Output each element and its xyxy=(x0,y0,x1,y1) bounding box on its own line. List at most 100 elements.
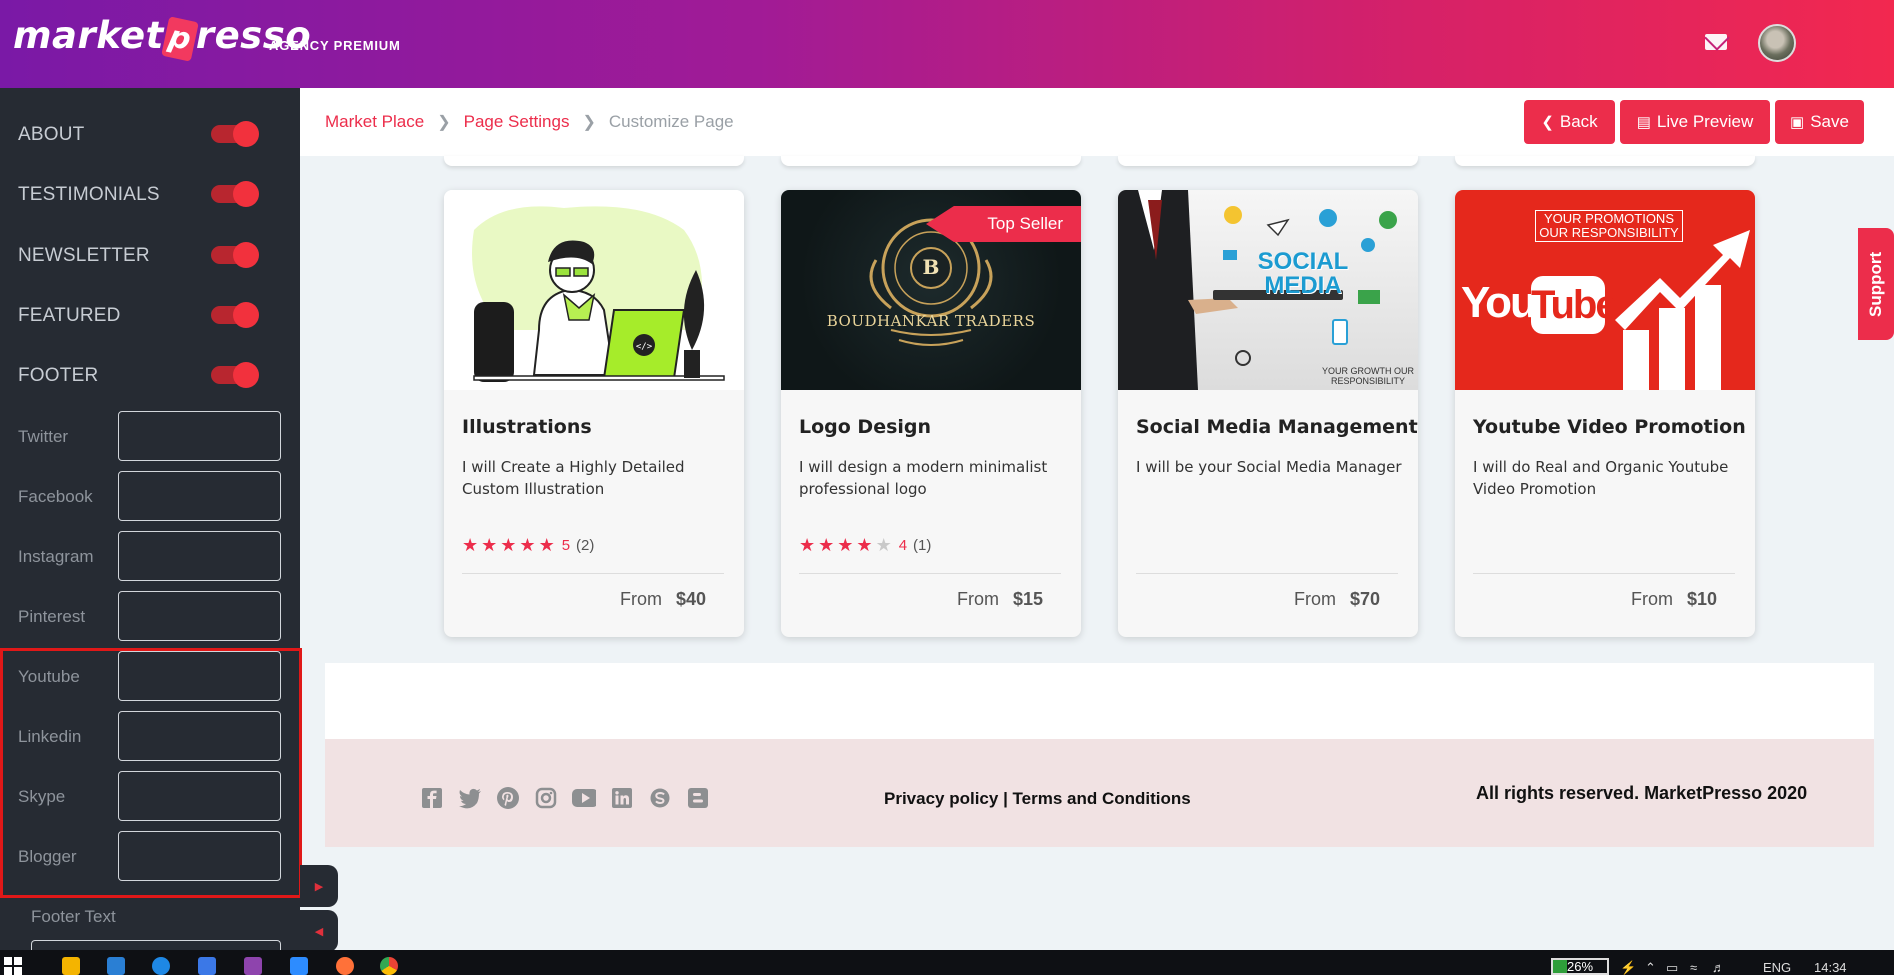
marketpresso-logo[interactable]: market p resso xyxy=(13,14,311,62)
youtube-icon[interactable] xyxy=(572,786,596,810)
highlight-annotation-box xyxy=(0,648,302,898)
toggle-knob xyxy=(233,302,259,328)
user-avatar[interactable] xyxy=(1758,24,1796,62)
language-indicator[interactable]: ENG xyxy=(1763,960,1791,975)
windows-start-icon[interactable] xyxy=(4,957,22,975)
pinterest-input[interactable] xyxy=(118,591,281,641)
field-label: Pinterest xyxy=(18,607,86,626)
toggle-label: ABOUT xyxy=(18,124,85,145)
card-stub xyxy=(781,156,1081,166)
wifi-icon[interactable]: ≈ xyxy=(1690,960,1697,975)
card-description: I will do Real and Organic Youtube Video… xyxy=(1473,458,1729,498)
star-icon: ★ xyxy=(837,535,854,555)
star-rating: ★ ★ ★ ★ ★ 5 (2) xyxy=(462,535,594,556)
chevron-up-icon[interactable]: ⌃ xyxy=(1645,960,1656,975)
app-icon[interactable] xyxy=(198,957,216,975)
toggle-label: FOOTER xyxy=(18,365,99,386)
logo-brand-text: BOUDHANKAR TRADERS xyxy=(826,312,1036,330)
clock[interactable]: 14:34 xyxy=(1814,960,1847,975)
toggle-label: FEATURED xyxy=(18,305,121,326)
service-card-social-media[interactable]: SOCIAL MEDIA YOUR GROWTH OUR RESPONSIBIL… xyxy=(1118,190,1418,637)
collapse-arrow-icon[interactable]: ◀ xyxy=(300,910,338,952)
back-button[interactable]: ❮ Back xyxy=(1524,100,1615,144)
card-image: B BOUDHANKAR TRADERS Top Seller xyxy=(781,190,1081,390)
breadcrumb-current: Customize Page xyxy=(608,112,734,131)
footer-toggle-switch[interactable] xyxy=(211,362,259,388)
network-icon[interactable]: ▭ xyxy=(1666,960,1678,975)
testimonials-toggle-switch[interactable] xyxy=(211,181,259,207)
price-value: $70 xyxy=(1349,589,1380,609)
breadcrumb-market-place[interactable]: Market Place xyxy=(325,112,424,132)
divider xyxy=(799,573,1061,574)
app-icon[interactable] xyxy=(244,957,262,975)
volume-icon[interactable]: ♬ xyxy=(1712,960,1725,975)
rating-value: 5 xyxy=(561,537,571,554)
newsletter-toggle-switch[interactable] xyxy=(211,242,259,268)
card-description: I will be your Social Media Manager xyxy=(1136,458,1402,476)
top-seller-badge: Top Seller xyxy=(926,206,1081,242)
instagram-icon[interactable] xyxy=(534,786,558,810)
rating-value: 4 xyxy=(898,537,908,554)
twitter-input[interactable] xyxy=(118,411,281,461)
featured-toggle-switch[interactable] xyxy=(211,302,259,328)
chevron-right-icon: ❯ xyxy=(437,114,451,131)
breadcrumb-page-settings[interactable]: Page Settings xyxy=(464,112,570,132)
app-l-icon[interactable] xyxy=(107,957,125,975)
price-value: $10 xyxy=(1686,589,1717,609)
terms-link[interactable]: Terms and Conditions xyxy=(1013,789,1191,808)
skype-app-icon[interactable] xyxy=(152,957,170,975)
service-card-logo-design[interactable]: B BOUDHANKAR TRADERS Top Seller Logo Des… xyxy=(781,190,1081,637)
pinterest-icon[interactable] xyxy=(496,786,520,810)
card-title[interactable]: Social Media Management xyxy=(1136,416,1418,438)
chrome-icon[interactable] xyxy=(380,957,398,975)
linkedin-icon[interactable] xyxy=(610,786,634,810)
field-row-instagram: Instagram xyxy=(18,531,283,581)
blogger-icon[interactable] xyxy=(686,786,710,810)
shopping-bag-icon: p xyxy=(161,15,199,62)
card-stub xyxy=(1455,156,1755,166)
card-title[interactable]: Youtube Video Promotion xyxy=(1473,416,1746,438)
rating-count: (2) xyxy=(576,537,595,554)
support-tab[interactable]: Support xyxy=(1858,228,1894,340)
battery-indicator[interactable]: 26% xyxy=(1551,958,1609,975)
firefox-icon[interactable] xyxy=(336,957,354,975)
expand-arrow-icon[interactable]: ▶ xyxy=(300,865,338,907)
mail-icon[interactable] xyxy=(1705,34,1727,50)
facebook-input[interactable] xyxy=(118,471,281,521)
card-image: SOCIAL MEDIA YOUR GROWTH OUR RESPONSIBIL… xyxy=(1118,190,1418,390)
toggle-knob xyxy=(233,181,259,207)
privacy-policy-link[interactable]: Privacy policy xyxy=(884,789,998,808)
skype-icon[interactable] xyxy=(648,786,672,810)
service-card-youtube-promotion[interactable]: YOUR PROMOTIONS OUR RESPONSIBILITY You T… xyxy=(1455,190,1755,637)
divider xyxy=(462,573,724,574)
growth-text: YOUR GROWTH OUR RESPONSIBILITY xyxy=(1322,366,1414,386)
toggle-row-footer: FOOTER xyxy=(18,361,288,391)
price-value: $15 xyxy=(1012,589,1043,609)
zoom-icon[interactable] xyxy=(290,957,308,975)
star-icon: ★ xyxy=(799,535,816,555)
toggle-label: NEWSLETTER xyxy=(18,245,150,266)
star-rating: ★ ★ ★ ★ ★ 4 (1) xyxy=(799,535,931,556)
footer-text-label: Footer Text xyxy=(31,907,116,926)
card-description: I will design a modern minimalist profes… xyxy=(799,458,1048,498)
card-title[interactable]: Illustrations xyxy=(462,416,592,438)
card-price: From $40 xyxy=(619,589,706,609)
arrow-left-circle-icon: ❮ xyxy=(1541,114,1554,131)
facebook-icon[interactable] xyxy=(420,786,444,810)
save-button[interactable]: ▣ Save xyxy=(1775,100,1864,144)
star-icon: ★ xyxy=(856,535,873,555)
card-title[interactable]: Logo Design xyxy=(799,416,931,438)
card-price: From $10 xyxy=(1630,589,1717,609)
instagram-input[interactable] xyxy=(118,531,281,581)
about-toggle-switch[interactable] xyxy=(211,121,259,147)
file-explorer-icon[interactable] xyxy=(62,957,80,975)
service-card-illustrations[interactable]: </> Illustrations I will Create a Highly… xyxy=(444,190,744,637)
card-image: </> xyxy=(444,190,744,390)
card-stub xyxy=(1118,156,1418,166)
field-row-twitter: Twitter xyxy=(18,411,283,461)
live-preview-button[interactable]: ▤ Live Preview xyxy=(1620,100,1770,144)
logo-letter: B xyxy=(922,255,940,279)
field-row-facebook: Facebook xyxy=(18,471,283,521)
toggle-knob xyxy=(233,121,259,147)
twitter-icon[interactable] xyxy=(458,786,482,810)
